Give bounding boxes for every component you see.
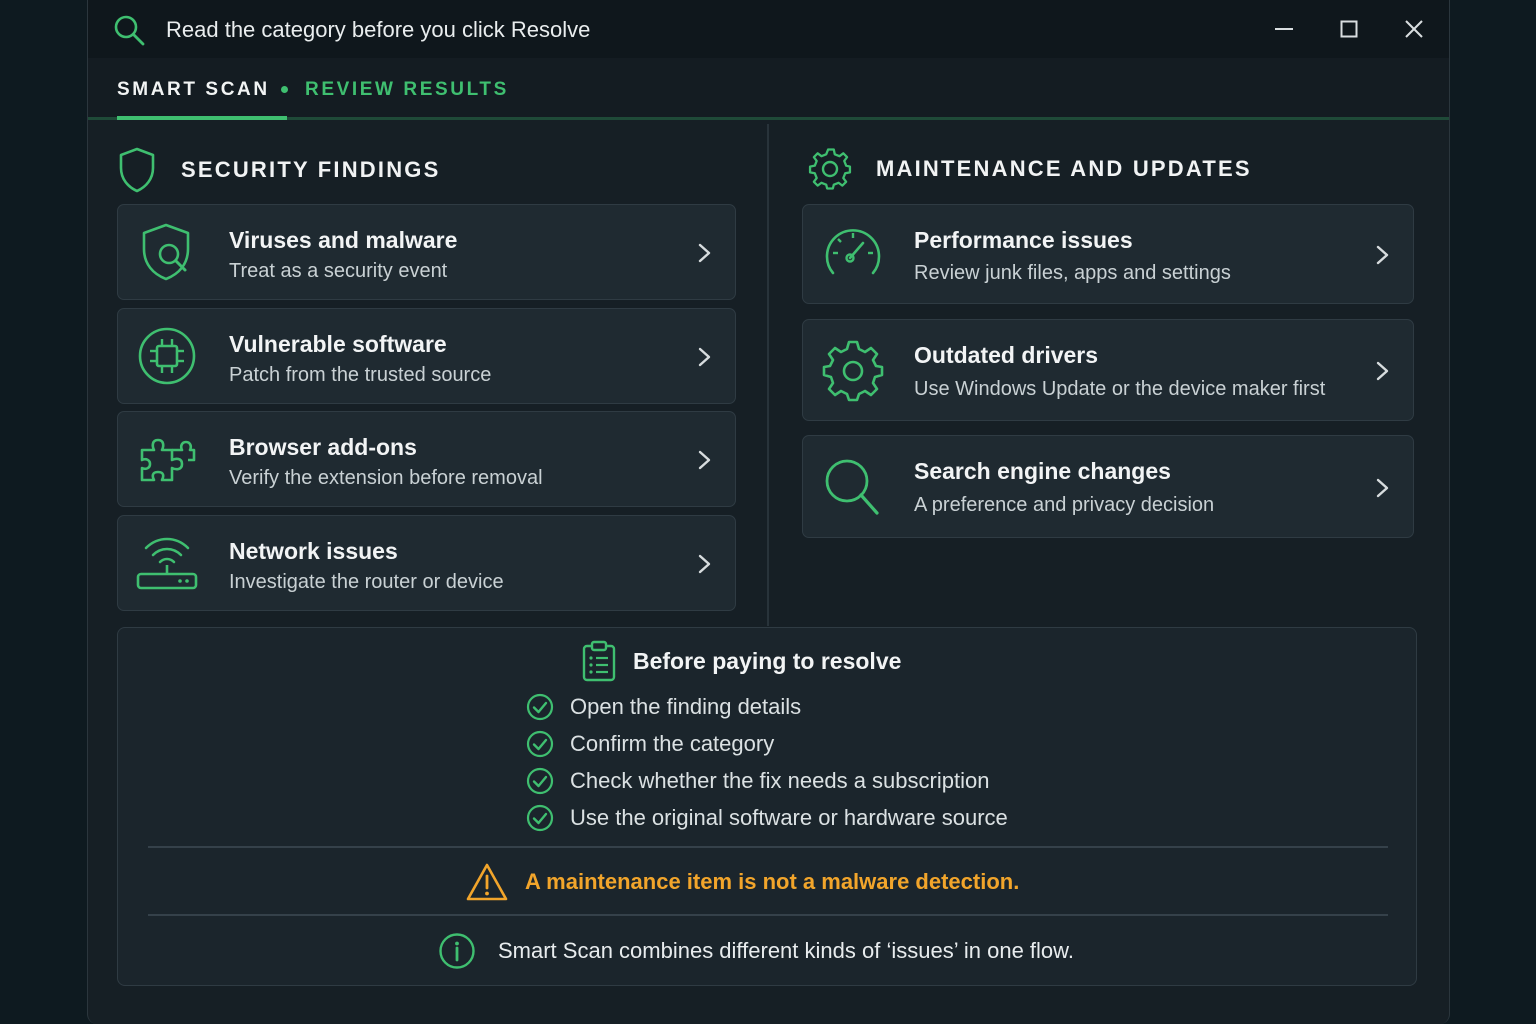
window-title: Read the category before you click Resol… — [166, 17, 591, 42]
finding-subtitle: Investigate the router or device — [229, 571, 504, 593]
checklist-item: Open the finding details — [526, 693, 801, 721]
maintenance-item-subtitle: A preference and privacy decision — [914, 494, 1215, 516]
maintenance-item-subtitle: Review junk files, apps and settings — [914, 262, 1231, 284]
maximize-button[interactable] — [1334, 14, 1364, 44]
maintenance-search-engine-changes[interactable]: Search engine changes A preference and p… — [802, 435, 1414, 538]
clipboard-icon — [582, 640, 616, 682]
active-tab-indicator — [117, 116, 287, 120]
chevron-right-icon — [698, 554, 711, 574]
minimize-button[interactable] — [1269, 14, 1299, 44]
check-circle-icon — [526, 730, 554, 758]
tab-review-results[interactable]: REVIEW RESULTS — [305, 79, 509, 101]
finding-title: Viruses and malware — [229, 227, 458, 253]
speedometer-icon — [825, 229, 881, 275]
finding-subtitle: Verify the extension before removal — [229, 467, 543, 489]
maintenance-heading: MAINTENANCE AND UPDATES — [808, 146, 1252, 192]
check-circle-icon — [526, 767, 554, 795]
shield-icon — [119, 147, 155, 193]
divider — [148, 846, 1388, 848]
checklist-heading: Before paying to resolve — [581, 640, 901, 682]
warning-icon — [466, 863, 508, 901]
checklist-item-text: Confirm the category — [570, 731, 775, 756]
finding-subtitle: Treat as a security event — [229, 260, 448, 282]
finding-title: Browser add-ons — [229, 434, 417, 460]
maintenance-item-title: Performance issues — [914, 227, 1133, 253]
gear-icon — [822, 340, 884, 402]
checklist-item-text: Check whether the fix needs a subscripti… — [570, 768, 990, 793]
maintenance-item-title: Outdated drivers — [914, 342, 1099, 368]
chevron-right-icon — [1376, 245, 1389, 265]
divider — [148, 914, 1388, 916]
search-icon — [825, 459, 879, 515]
tab-bar: SMART SCAN REVIEW RESULTS — [88, 58, 1449, 120]
finding-title: Vulnerable software — [229, 331, 447, 357]
check-circle-icon — [526, 804, 554, 832]
chevron-right-icon — [698, 347, 711, 367]
finding-browser-addons[interactable]: Browser add-ons Verify the extension bef… — [117, 411, 736, 507]
info-text: Smart Scan combines different kinds of ‘… — [498, 938, 1074, 963]
chip-icon — [138, 327, 196, 385]
finding-subtitle: Patch from the trusted source — [229, 364, 492, 386]
info-icon — [439, 933, 475, 969]
finding-network-issues[interactable]: Network issues Investigate the router or… — [117, 515, 736, 611]
column-divider — [767, 124, 769, 626]
maintenance-title: MAINTENANCE AND UPDATES — [876, 156, 1252, 181]
title-bar: Read the category before you click Resol… — [88, 0, 1449, 58]
maintenance-performance-issues[interactable]: Performance issues Review junk files, ap… — [802, 204, 1414, 304]
close-button[interactable] — [1399, 14, 1429, 44]
checklist-item: Confirm the category — [526, 730, 774, 758]
checklist-item: Use the original software or hardware so… — [526, 804, 1008, 832]
checklist-item: Check whether the fix needs a subscripti… — [526, 767, 989, 795]
close-icon — [1405, 20, 1423, 38]
maintenance-item-subtitle: Use Windows Update or the device maker f… — [914, 378, 1326, 400]
router-icon — [136, 537, 198, 590]
chevron-right-icon — [698, 450, 711, 470]
minimize-icon — [1275, 28, 1293, 30]
maintenance-item-title: Search engine changes — [914, 458, 1171, 484]
tab-separator-dot — [281, 86, 288, 93]
finding-title: Network issues — [229, 538, 398, 564]
finding-vulnerable-software[interactable]: Vulnerable software Patch from the trust… — [117, 308, 736, 404]
security-findings-heading: SECURITY FINDINGS — [117, 146, 440, 194]
warning-message: A maintenance item is not a malware dete… — [465, 862, 1019, 902]
tab-smart-scan[interactable]: SMART SCAN — [117, 79, 270, 101]
checklist-item-text: Use the original software or hardware so… — [570, 805, 1008, 830]
security-findings-title: SECURITY FINDINGS — [181, 157, 441, 182]
chevron-right-icon — [1376, 361, 1389, 381]
search-icon — [114, 15, 145, 46]
warning-text: A maintenance item is not a malware dete… — [525, 869, 1020, 894]
finding-viruses-malware[interactable]: Viruses and malware Treat as a security … — [117, 204, 736, 300]
checklist-title: Before paying to resolve — [633, 647, 902, 674]
gear-icon — [808, 148, 852, 190]
chevron-right-icon — [698, 243, 711, 263]
maximize-icon — [1340, 20, 1358, 38]
chevron-right-icon — [1376, 478, 1389, 498]
checklist-item-text: Open the finding details — [570, 694, 802, 719]
puzzle-icon — [140, 438, 196, 482]
info-message: Smart Scan combines different kinds of ‘… — [438, 932, 1074, 970]
shield-search-icon — [142, 223, 190, 281]
resolve-checklist-panel: Before paying to resolve Open the findin… — [117, 627, 1417, 986]
check-circle-icon — [526, 693, 554, 721]
maintenance-outdated-drivers[interactable]: Outdated drivers Use Windows Update or t… — [802, 319, 1414, 421]
app-window: Read the category before you click Resol… — [87, 0, 1450, 1024]
